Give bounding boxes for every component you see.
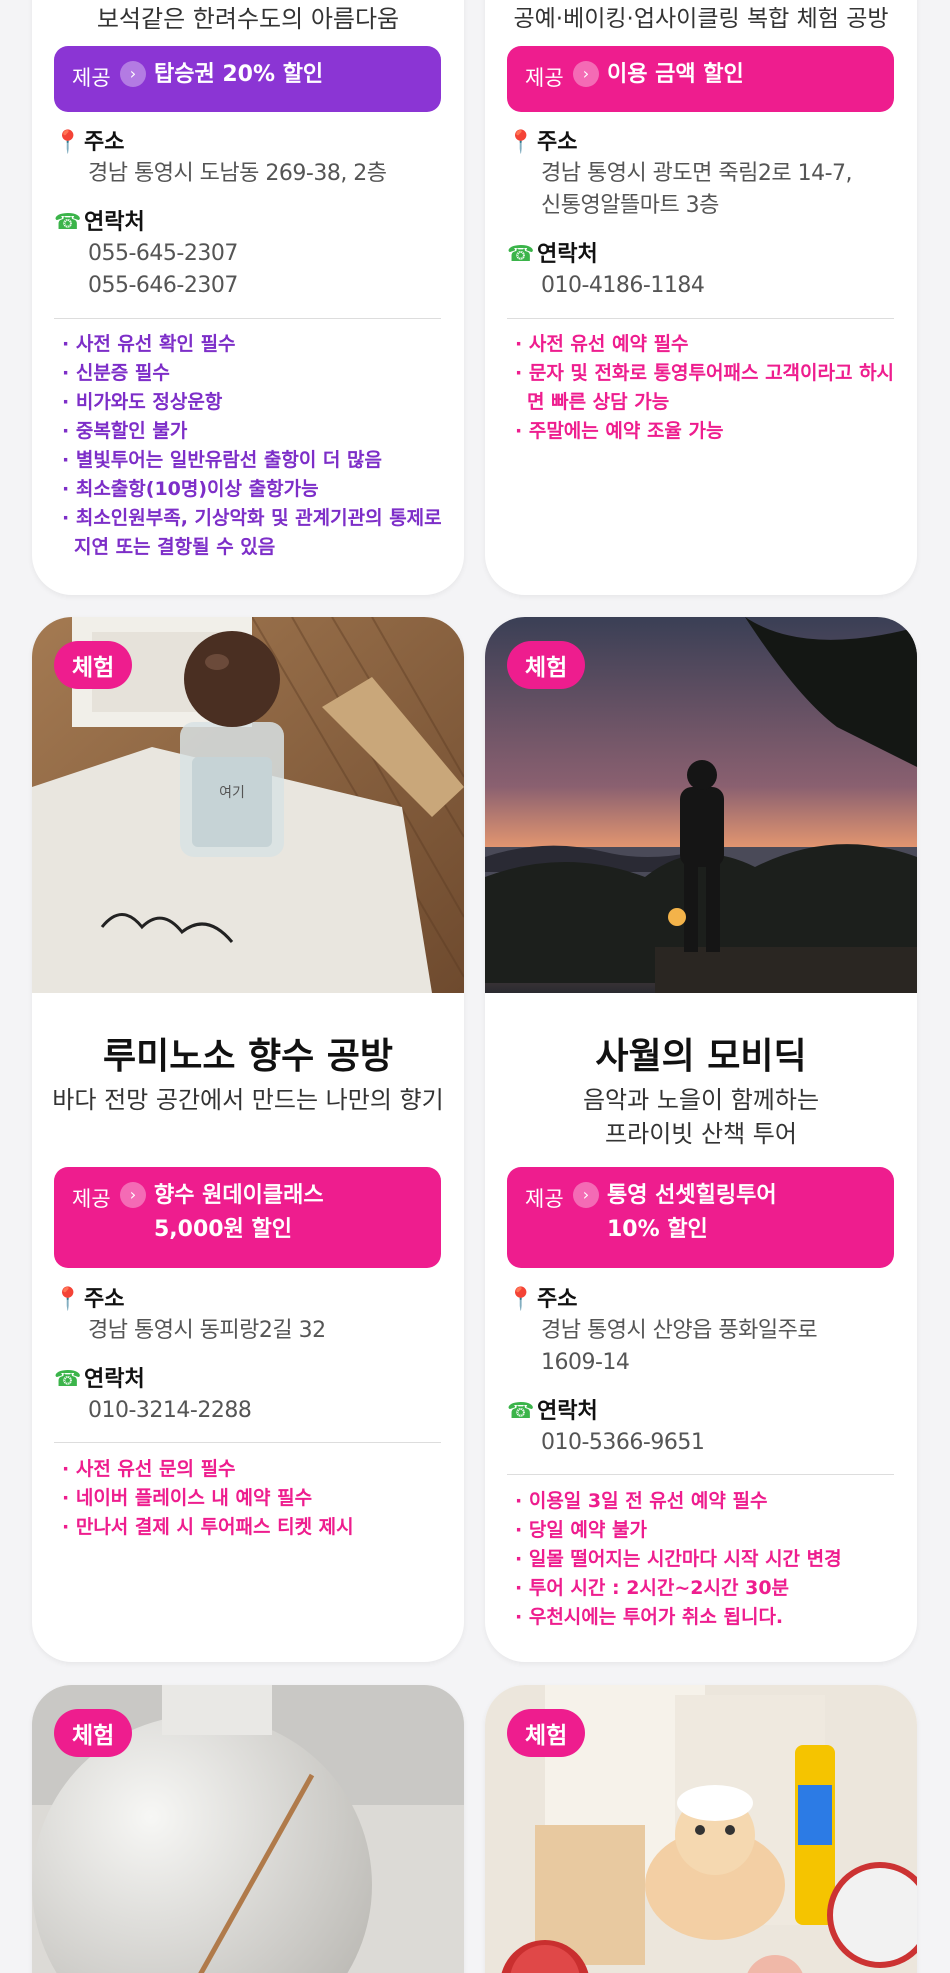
phone-number[interactable]: 055-646-2307 — [88, 270, 238, 302]
offer-label: 제공 — [72, 66, 111, 90]
address-value: 경남 통영시 도남동 269-38, 2층 — [88, 161, 387, 186]
location-pin-icon: 📍 — [507, 130, 535, 155]
address-value: 경남 통영시 산양읍 풍화일주로 1609-14 — [541, 1318, 818, 1375]
contact-value: 010-5366-9651 — [541, 1427, 705, 1459]
notes-list: · 이용일 3일 전 유선 예약 필수 · 당일 예약 불가 · 일몰 떨어지는… — [515, 1487, 895, 1632]
offer-label: 제공 — [525, 1187, 564, 1211]
location-pin-icon: 📍 — [54, 1287, 82, 1312]
offer-box: 제공 › 향수 원데이클래스 5,000원 할인 — [54, 1167, 441, 1268]
chevron-right-icon: › — [120, 61, 146, 87]
note-item: · 주말에는 예약 조율 가능 — [515, 420, 724, 442]
card-subtitle: 보석같은 한려수도의 아름다움 — [96, 5, 400, 33]
note-item: · 만나서 결제 시 투어패스 티켓 제시 — [62, 1516, 354, 1538]
contact-value: 010-4186-1184 — [541, 270, 705, 302]
phone-icon: ☎ — [54, 1367, 82, 1392]
note-item: · 비가와도 정상운항 — [62, 391, 223, 413]
contact-heading: ☎ 연락처 — [507, 242, 598, 267]
card-subtitle: 공예·베이킹·업사이클링 복합 체험 공방 — [513, 6, 889, 32]
location-pin-icon: 📍 — [507, 1287, 535, 1312]
offer-text: 향수 원데이클래스 5,000원 할인 — [154, 1183, 324, 1242]
note-item: · 투어 시간 : 2시간~2시간 30분 — [515, 1577, 790, 1599]
note-item: · 이용일 3일 전 유선 예약 필수 — [515, 1490, 768, 1512]
location-pin-icon: 📍 — [54, 130, 82, 155]
card-lumino-perfume[interactable]: 여기 체험 루미노소 향수 공방 바다 전망 공간에서 만드는 나만의 향기 제… — [32, 617, 464, 1662]
notes-list: · 사전 유선 문의 필수 · 네이버 플레이스 내 예약 필수 · 만나서 결… — [62, 1455, 442, 1542]
address-heading: 📍 주소 — [54, 130, 125, 155]
category-tag: 체험 — [507, 641, 586, 689]
divider — [54, 1442, 441, 1443]
offer-label: 제공 — [525, 66, 564, 90]
note-item: · 중복할인 불가 — [62, 420, 188, 442]
card-cruise: 보석같은 한려수도의 아름다움 제공 › 탑승권 20% 할인 📍 주소 경남 통… — [32, 0, 464, 595]
chevron-right-icon: › — [573, 1182, 599, 1208]
offer-box: 제공 › 탑승권 20% 할인 — [54, 46, 441, 112]
note-item: · 일몰 떨어지는 시간마다 시작 시간 변경 — [515, 1548, 842, 1570]
bottle-label: 여기 — [219, 785, 245, 801]
divider — [507, 1474, 894, 1475]
contact-value: 055-645-2307 055-646-2307 — [88, 238, 238, 302]
phone-icon: ☎ — [507, 242, 535, 267]
note-item: · 사전 유선 확인 필수 — [62, 333, 236, 355]
address-heading: 📍 주소 — [507, 130, 578, 155]
offer-text: 탑승권 20% 할인 — [154, 62, 324, 87]
contact-value: 010-3214-2288 — [88, 1395, 252, 1427]
phone-icon: ☎ — [507, 1399, 535, 1424]
offer-box: 제공 › 통영 선셋힐링투어 10% 할인 — [507, 1167, 894, 1268]
phone-number[interactable]: 055-645-2307 — [88, 238, 238, 270]
category-tag: 체험 — [54, 1709, 133, 1757]
card-subtitle: 음악과 노을이 함께하는 프라이빗 산책 투어 — [582, 1086, 820, 1148]
note-item: · 우천시에는 투어가 취소 됩니다. — [515, 1606, 784, 1628]
note-item: · 최소인원부족, 기상악화 및 관계기관의 통제로 지연 또는 결항될 수 있… — [62, 507, 442, 558]
contact-heading: ☎ 연락처 — [507, 1399, 598, 1424]
divider — [54, 318, 441, 319]
note-item: · 최소출항(10명)이상 출항가능 — [62, 478, 319, 500]
phone-number[interactable]: 010-4186-1184 — [541, 270, 705, 302]
offer-text: 통영 선셋힐링투어 10% 할인 — [607, 1183, 777, 1242]
address-value: 경남 통영시 동피랑2길 32 — [88, 1318, 326, 1343]
note-item: · 별빛투어는 일반유람선 출항이 더 많음 — [62, 449, 382, 471]
address-heading: 📍 주소 — [507, 1287, 578, 1312]
phone-number[interactable]: 010-3214-2288 — [88, 1395, 252, 1427]
card-craft-studio: 공예·베이킹·업사이클링 복합 체험 공방 제공 › 이용 금액 할인 📍 주소 … — [485, 0, 917, 595]
category-tag: 체험 — [54, 641, 133, 689]
card-april-mobydick[interactable]: 체험 사월의 모비딕 음악과 노을이 함께하는 프라이빗 산책 투어 제공 › … — [485, 617, 917, 1662]
card-incense[interactable]: 체험 — [32, 1685, 464, 1973]
note-item: · 당일 예약 불가 — [515, 1519, 647, 1541]
card-title: 사월의 모비딕 — [595, 1036, 807, 1077]
note-item: · 사전 유선 예약 필수 — [515, 333, 689, 355]
category-tag: 체험 — [507, 1709, 586, 1757]
notes-list: · 사전 유선 확인 필수 · 신분증 필수 · 비가와도 정상운항 · 중복할… — [62, 330, 442, 562]
phone-icon: ☎ — [54, 210, 82, 235]
offer-label: 제공 — [72, 1187, 111, 1211]
note-item: · 신분증 필수 — [62, 362, 170, 384]
card-title: 루미노소 향수 공방 — [102, 1036, 394, 1077]
offer-text: 이용 금액 할인 — [607, 62, 744, 87]
notes-list: · 사전 유선 예약 필수 · 문자 및 전화로 통영투어패스 고객이라고 하시… — [515, 330, 895, 446]
address-heading: 📍 주소 — [54, 1287, 125, 1312]
address-value: 경남 통영시 광도면 죽림2로 14-7, 신통영알뜰마트 3층 — [541, 161, 853, 218]
chevron-right-icon: › — [120, 1182, 146, 1208]
note-item: · 문자 및 전화로 통영투어패스 고객이라고 하시면 빠른 상담 가능 — [515, 362, 895, 413]
divider — [507, 318, 894, 319]
card-subtitle: 바다 전망 공간에서 만드는 나만의 향기 — [52, 1086, 444, 1114]
note-item: · 사전 유선 문의 필수 — [62, 1458, 236, 1480]
contact-heading: ☎ 연락처 — [54, 1367, 145, 1392]
phone-number[interactable]: 010-5366-9651 — [541, 1427, 705, 1459]
chevron-right-icon: › — [573, 61, 599, 87]
card-bakery[interactable]: 체험 — [485, 1685, 917, 1973]
contact-heading: ☎ 연락처 — [54, 210, 145, 235]
offer-box: 제공 › 이용 금액 할인 — [507, 46, 894, 112]
note-item: · 네이버 플레이스 내 예약 필수 — [62, 1487, 313, 1509]
